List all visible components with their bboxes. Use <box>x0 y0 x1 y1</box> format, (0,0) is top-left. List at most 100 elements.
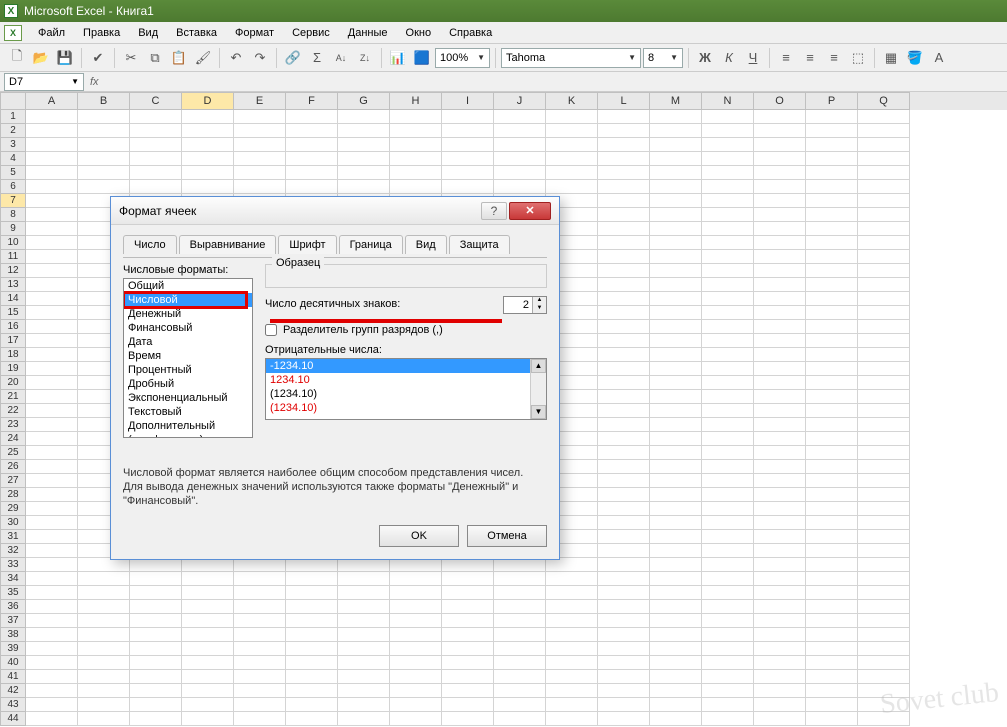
cell[interactable] <box>650 390 702 404</box>
cell[interactable] <box>754 208 806 222</box>
cell[interactable] <box>702 572 754 586</box>
cell[interactable] <box>26 656 78 670</box>
cell[interactable] <box>182 152 234 166</box>
copy-icon[interactable]: ⧉ <box>144 47 166 69</box>
list-item[interactable]: Экспоненциальный <box>124 391 252 405</box>
cell[interactable] <box>286 656 338 670</box>
cell[interactable] <box>702 278 754 292</box>
cell[interactable] <box>390 642 442 656</box>
menu-window[interactable]: Окно <box>398 25 440 41</box>
cell[interactable] <box>546 110 598 124</box>
cell[interactable] <box>26 460 78 474</box>
cell[interactable] <box>130 138 182 152</box>
cell[interactable] <box>442 628 494 642</box>
row-header[interactable]: 19 <box>0 362 26 376</box>
cell[interactable] <box>598 292 650 306</box>
row-header[interactable]: 7 <box>0 194 26 208</box>
separator-input[interactable] <box>265 324 277 336</box>
cell[interactable] <box>754 600 806 614</box>
cell[interactable] <box>78 110 130 124</box>
cell[interactable] <box>702 292 754 306</box>
cell[interactable] <box>598 712 650 726</box>
cell[interactable] <box>130 712 182 726</box>
cell[interactable] <box>182 684 234 698</box>
cell[interactable] <box>598 194 650 208</box>
negative-numbers-listbox[interactable]: -1234.101234.10(1234.10)(1234.10) ▲ ▼ <box>265 358 547 420</box>
list-item[interactable]: Процентный <box>124 363 252 377</box>
cell[interactable] <box>858 712 910 726</box>
cell[interactable] <box>702 460 754 474</box>
cell[interactable] <box>234 110 286 124</box>
cell[interactable] <box>806 334 858 348</box>
cell[interactable] <box>858 460 910 474</box>
cell[interactable] <box>858 474 910 488</box>
cell[interactable] <box>182 138 234 152</box>
cell[interactable] <box>806 656 858 670</box>
cell[interactable] <box>130 642 182 656</box>
cell[interactable] <box>286 138 338 152</box>
cell[interactable] <box>26 530 78 544</box>
cell[interactable] <box>598 362 650 376</box>
cell[interactable] <box>442 642 494 656</box>
cell[interactable] <box>858 544 910 558</box>
menu-insert[interactable]: Вставка <box>168 25 225 41</box>
cell[interactable] <box>598 698 650 712</box>
cell[interactable] <box>702 264 754 278</box>
borders-icon[interactable]: ▦ <box>880 47 902 69</box>
cell[interactable] <box>234 656 286 670</box>
cell[interactable] <box>598 264 650 278</box>
cell[interactable] <box>598 180 650 194</box>
cell[interactable] <box>234 124 286 138</box>
close-button[interactable]: ✕ <box>509 202 551 220</box>
cell[interactable] <box>858 642 910 656</box>
cell[interactable] <box>78 642 130 656</box>
cell[interactable] <box>78 600 130 614</box>
cell[interactable] <box>650 558 702 572</box>
column-header[interactable]: K <box>546 92 598 110</box>
column-header[interactable]: N <box>702 92 754 110</box>
cell[interactable] <box>182 670 234 684</box>
cell[interactable] <box>182 110 234 124</box>
cell[interactable] <box>130 656 182 670</box>
cell[interactable] <box>442 152 494 166</box>
cell[interactable] <box>598 684 650 698</box>
cell[interactable] <box>858 376 910 390</box>
cell[interactable] <box>806 516 858 530</box>
cell[interactable] <box>390 684 442 698</box>
tab-шрифт[interactable]: Шрифт <box>278 235 336 254</box>
cell[interactable] <box>754 306 806 320</box>
cell[interactable] <box>78 684 130 698</box>
cell[interactable] <box>442 600 494 614</box>
cell[interactable] <box>702 628 754 642</box>
cell[interactable] <box>650 684 702 698</box>
cell[interactable] <box>338 642 390 656</box>
cell[interactable] <box>650 180 702 194</box>
cell[interactable] <box>650 670 702 684</box>
cell[interactable] <box>806 502 858 516</box>
cell[interactable] <box>754 180 806 194</box>
cell[interactable] <box>546 684 598 698</box>
cell[interactable] <box>806 292 858 306</box>
cell[interactable] <box>598 586 650 600</box>
cell[interactable] <box>650 544 702 558</box>
row-header[interactable]: 23 <box>0 418 26 432</box>
cell[interactable] <box>546 712 598 726</box>
cell[interactable] <box>702 446 754 460</box>
cell[interactable] <box>286 110 338 124</box>
cell[interactable] <box>26 138 78 152</box>
cell[interactable] <box>650 530 702 544</box>
cell[interactable] <box>702 656 754 670</box>
cell[interactable] <box>390 166 442 180</box>
cell[interactable] <box>650 194 702 208</box>
cell[interactable] <box>806 586 858 600</box>
cell[interactable] <box>390 110 442 124</box>
scrollbar[interactable]: ▲ ▼ <box>530 359 546 419</box>
row-header[interactable]: 32 <box>0 544 26 558</box>
cell[interactable] <box>702 390 754 404</box>
cell[interactable] <box>650 250 702 264</box>
cell[interactable] <box>390 670 442 684</box>
cell[interactable] <box>286 600 338 614</box>
cell[interactable] <box>234 628 286 642</box>
tab-выравнивание[interactable]: Выравнивание <box>179 235 277 254</box>
cell[interactable] <box>598 628 650 642</box>
